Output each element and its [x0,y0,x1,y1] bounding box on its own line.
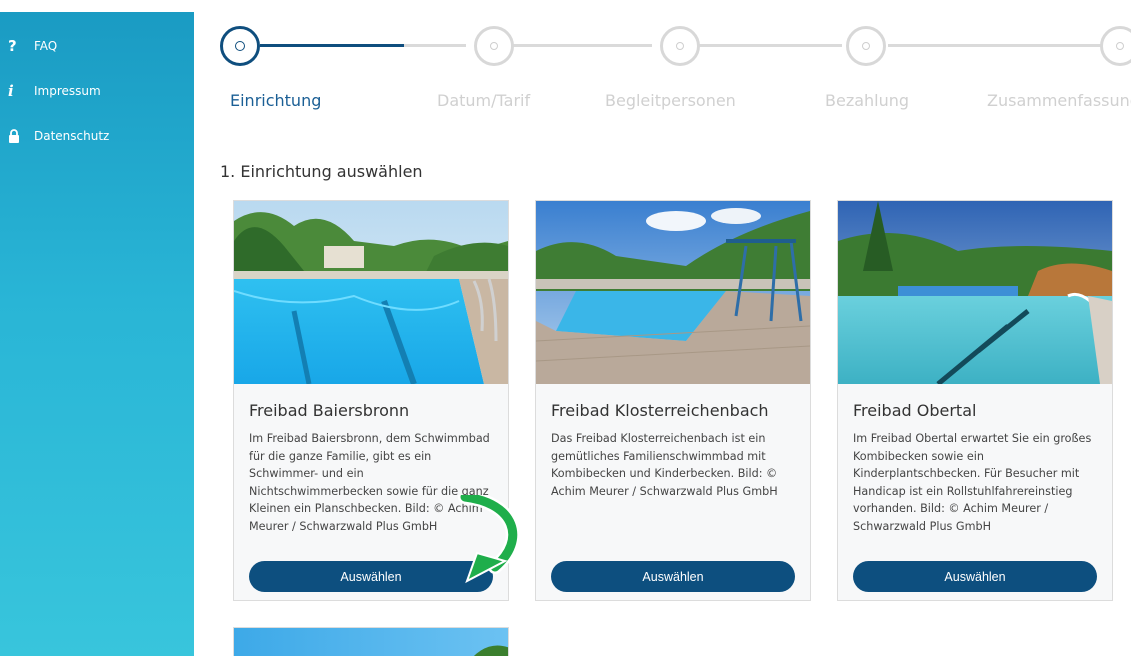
step-circle-bezahlung[interactable] [846,26,886,66]
info-icon: i [8,82,14,100]
step-connector [698,44,842,47]
step-connector [404,44,466,47]
sidebar-item-faq[interactable]: ? FAQ [8,36,57,56]
facility-card-obertal: Freibad Obertal Im Freibad Obertal erwar… [837,200,1113,601]
step-circle-zusammenfassung[interactable] [1100,26,1131,66]
progress-stepper: Einrichtung Datum/Tarif Begleitpersonen … [194,0,1131,130]
select-button[interactable]: Auswählen [853,561,1097,592]
question-icon: ? [8,37,17,55]
section-title: 1. Einrichtung auswählen [220,162,423,181]
step-dot-icon [235,41,245,51]
step-dot-icon [1116,42,1124,50]
step-dot-icon [676,42,684,50]
facility-image [234,201,508,384]
step-connector [888,44,1102,47]
facility-image [838,201,1112,384]
step-label-begleitpersonen[interactable]: Begleitpersonen [605,91,736,110]
sidebar: ? FAQ i Impressum Datenschutz [0,12,194,656]
step-connector [260,44,404,47]
sidebar-item-impressum[interactable]: i Impressum [8,81,101,101]
sidebar-item-label: FAQ [34,39,58,53]
lock-icon [8,129,26,143]
facility-description: Das Freibad Klosterreichenbach ist ein g… [551,432,778,498]
facility-title: Freibad Klosterreichenbach [551,401,769,420]
step-dot-icon [862,42,870,50]
step-label-einrichtung[interactable]: Einrichtung [230,91,321,110]
step-circle-datum[interactable] [474,26,514,66]
step-connector [512,44,652,47]
step-label-bezahlung[interactable]: Bezahlung [825,91,909,110]
sidebar-item-label: Impressum [34,84,101,98]
step-label-datum[interactable]: Datum/Tarif [437,91,530,110]
select-button[interactable]: Auswählen [551,561,795,592]
facility-image [234,628,508,656]
facility-title: Freibad Baiersbronn [249,401,410,420]
curved-arrow-icon [458,495,520,584]
sidebar-item-label: Datenschutz [34,129,110,143]
facility-title: Freibad Obertal [853,401,977,420]
facility-image [536,201,810,384]
facility-card-partial [233,627,509,656]
sidebar-item-datenschutz[interactable]: Datenschutz [8,126,109,146]
step-circle-einrichtung[interactable] [220,26,260,66]
step-label-zusammenfassung[interactable]: Zusammenfassung [987,91,1131,110]
step-circle-begleitpersonen[interactable] [660,26,700,66]
facility-description: Im Freibad Obertal erwartet Sie ein groß… [853,432,1092,533]
step-dot-icon [490,42,498,50]
facility-card-klosterreichenbach: Freibad Klosterreichenbach Das Freibad K… [535,200,811,601]
